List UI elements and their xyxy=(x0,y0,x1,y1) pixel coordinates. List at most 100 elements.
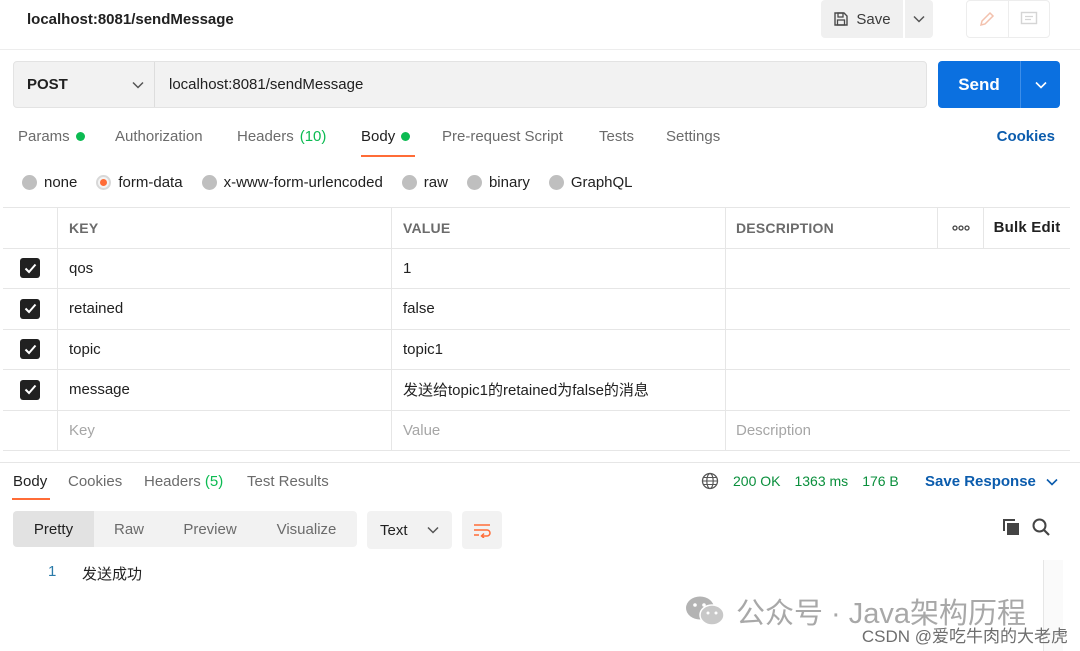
tab-settings[interactable]: Settings xyxy=(666,128,720,145)
checkmark-icon xyxy=(24,344,36,355)
chevron-down-icon xyxy=(913,15,925,23)
search-button[interactable] xyxy=(1031,517,1051,541)
globe-icon[interactable] xyxy=(701,472,719,490)
wechat-logo-icon xyxy=(686,596,725,626)
new-value-input[interactable]: Value xyxy=(392,410,726,450)
response-size[interactable]: 176 B xyxy=(862,473,899,489)
radio-none[interactable]: none xyxy=(22,174,77,191)
tab-headers-label: Headers xyxy=(237,128,294,145)
radio-circle-selected xyxy=(96,174,112,190)
row-checkbox-cell xyxy=(3,329,58,369)
response-time[interactable]: 1363 ms xyxy=(794,473,848,489)
edit-button[interactable] xyxy=(967,1,1008,37)
save-button[interactable]: Save xyxy=(821,0,903,38)
wrap-lines-button[interactable] xyxy=(462,511,502,549)
description-cell[interactable] xyxy=(726,370,1070,410)
method-select[interactable]: POST xyxy=(14,62,155,107)
line-text[interactable]: 发送成功 xyxy=(82,563,142,584)
value-cell[interactable]: 1 xyxy=(392,248,726,288)
chevron-down-icon xyxy=(1034,81,1047,89)
tab-tests[interactable]: Tests xyxy=(599,128,634,145)
body-dot-badge xyxy=(401,132,411,141)
floppy-disk-icon xyxy=(834,12,849,26)
save-options-button[interactable] xyxy=(905,0,933,38)
radio-label: none xyxy=(44,173,78,191)
chevron-down-icon xyxy=(427,526,439,534)
send-button[interactable]: Send xyxy=(938,61,1020,108)
view-tab-pretty[interactable]: Pretty xyxy=(13,511,94,547)
radio-label: form-data xyxy=(118,173,183,191)
bulk-edit-button[interactable]: Bulk Edit xyxy=(984,208,1070,248)
column-options-button[interactable] xyxy=(938,208,984,248)
view-tab-preview[interactable]: Preview xyxy=(164,511,256,547)
request-title[interactable]: localhost:8081/sendMessage xyxy=(27,10,234,30)
radio-circle xyxy=(548,174,564,190)
radio-binary[interactable]: binary xyxy=(466,174,530,191)
send-group: Send xyxy=(938,61,1060,108)
row-checkbox[interactable] xyxy=(20,339,40,360)
response-headers-count: (5) xyxy=(204,473,224,490)
radio-label: raw xyxy=(423,173,448,191)
key-cell[interactable]: message xyxy=(58,370,392,410)
row-checkbox[interactable] xyxy=(20,258,40,279)
key-cell[interactable]: qos xyxy=(58,248,392,288)
description-cell[interactable] xyxy=(726,330,1070,370)
table-row: topic topic1 xyxy=(3,329,1070,370)
send-options-button[interactable] xyxy=(1020,61,1060,108)
radio-form-data[interactable]: form-data xyxy=(96,173,183,191)
tab-body-label: Body xyxy=(361,128,396,145)
table-row: retained false xyxy=(3,289,1070,330)
header-check-cell xyxy=(3,208,58,248)
comments-button[interactable] xyxy=(1007,1,1050,37)
new-description-input[interactable]: Description xyxy=(726,411,1070,451)
radio-circle xyxy=(201,174,217,190)
value-cell[interactable]: false xyxy=(392,289,726,329)
radio-graphql[interactable]: GraphQL xyxy=(548,174,633,191)
description-cell[interactable] xyxy=(726,289,1070,329)
csdn-watermark: CSDN @爱吃牛肉的大老虎 xyxy=(861,627,1068,646)
radio-x-www-form-urlencoded[interactable]: x-www-form-urlencoded xyxy=(201,174,383,191)
table-row: qos 1 xyxy=(3,248,1070,289)
view-tab-visualize[interactable]: Visualize xyxy=(256,511,357,547)
chevron-down-icon xyxy=(1046,478,1058,486)
response-tab-cookies[interactable]: Cookies xyxy=(68,473,122,490)
tab-authorization-label: Authorization xyxy=(115,128,203,145)
row-checkbox[interactable] xyxy=(20,298,40,319)
new-key-input[interactable]: Key xyxy=(58,410,392,450)
format-select[interactable]: Text xyxy=(367,511,452,549)
url-input[interactable] xyxy=(155,62,926,107)
radio-circle xyxy=(22,174,37,190)
view-tab-raw[interactable]: Raw xyxy=(94,511,164,547)
value-cell[interactable]: 发送给topic1的retained为false的消息 xyxy=(392,370,726,410)
key-cell[interactable]: topic xyxy=(58,329,392,369)
comment-icon xyxy=(1020,11,1037,25)
value-cell[interactable]: topic1 xyxy=(392,329,726,369)
url-bar: POST xyxy=(13,61,927,108)
key-cell[interactable]: retained xyxy=(58,289,392,329)
checkmark-icon xyxy=(24,385,36,395)
status-code[interactable]: 200 OK xyxy=(733,473,780,489)
description-cell[interactable] xyxy=(726,249,1070,289)
copy-button[interactable] xyxy=(1001,517,1021,541)
response-tab-headers[interactable]: Headers (5) xyxy=(144,473,223,490)
form-data-table: KEY VALUE DESCRIPTION Bulk Edit qos 1 re… xyxy=(3,207,1070,451)
save-response-button[interactable]: Save Response xyxy=(925,473,1058,490)
copy-icon xyxy=(1003,519,1019,535)
tab-params-label: Params xyxy=(18,128,70,145)
radio-raw[interactable]: raw xyxy=(401,173,448,191)
tab-headers[interactable]: Headers (10) xyxy=(237,128,326,145)
response-header: Body Cookies Headers (5) Test Results 20… xyxy=(0,462,1080,500)
cookies-link[interactable]: Cookies xyxy=(997,128,1055,145)
format-label: Text xyxy=(380,521,408,539)
tab-pre-request-script[interactable]: Pre-request Script xyxy=(442,128,563,145)
response-tab-body[interactable]: Body xyxy=(13,473,47,490)
response-tab-test-results[interactable]: Test Results xyxy=(247,473,329,490)
tab-authorization[interactable]: Authorization xyxy=(115,128,203,145)
tab-body[interactable]: Body xyxy=(361,128,411,145)
checkmark-icon xyxy=(24,304,36,314)
params-dot-badge xyxy=(75,132,85,141)
row-checkbox-cell xyxy=(3,248,58,288)
row-checkbox[interactable] xyxy=(20,379,40,400)
tab-params[interactable]: Params xyxy=(18,128,85,145)
request-header: localhost:8081/sendMessage Save xyxy=(0,0,1080,50)
